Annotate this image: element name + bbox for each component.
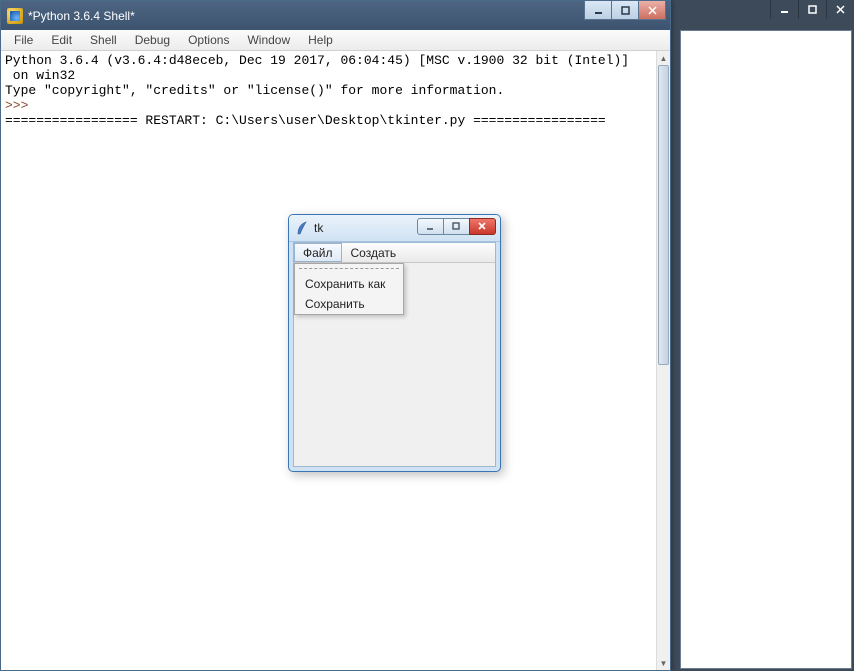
tk-titlebar[interactable]: tk	[289, 215, 500, 242]
background-window-controls	[770, 0, 854, 20]
scroll-up-icon[interactable]: ▲	[657, 51, 670, 65]
shell-maximize-button[interactable]	[611, 1, 639, 20]
tk-maximize-button[interactable]	[443, 218, 470, 235]
menu-options[interactable]: Options	[179, 31, 238, 49]
shell-line-3: Type "copyright", "credits" or "license(…	[5, 83, 504, 98]
tk-window: tk Файл Создать	[288, 214, 501, 472]
scroll-thumb[interactable]	[658, 65, 669, 365]
menu-file[interactable]: File	[5, 31, 42, 49]
shell-minimize-button[interactable]	[584, 1, 612, 20]
menu-shell[interactable]: Shell	[81, 31, 126, 49]
shell-prompt: >>>	[5, 98, 36, 113]
bg-minimize-button[interactable]	[770, 0, 798, 19]
python-icon	[7, 8, 23, 24]
bg-maximize-button[interactable]	[798, 0, 826, 19]
shell-close-button[interactable]	[638, 1, 666, 20]
tk-client-area: Файл Создать Сохранить как Сохранить	[293, 242, 496, 467]
scroll-down-icon[interactable]: ▼	[657, 656, 670, 670]
tk-title: tk	[314, 221, 323, 235]
shell-titlebar[interactable]: *Python 3.6.4 Shell*	[1, 1, 670, 30]
tk-file-dropdown: Сохранить как Сохранить	[294, 263, 404, 315]
tk-item-save[interactable]: Сохранить	[295, 294, 403, 314]
shell-output[interactable]: Python 3.6.4 (v3.6.4:d48eceb, Dec 19 201…	[5, 53, 656, 128]
background-panel	[680, 30, 852, 669]
shell-line-1: Python 3.6.4 (v3.6.4:d48eceb, Dec 19 201…	[5, 53, 629, 68]
shell-restart-line: ================= RESTART: C:\Users\user…	[5, 113, 606, 128]
tk-menubar: Файл Создать	[294, 243, 495, 263]
menu-debug[interactable]: Debug	[126, 31, 179, 49]
shell-line-2: on win32	[5, 68, 75, 83]
tk-menu-create[interactable]: Создать	[342, 243, 406, 262]
shell-menubar: File Edit Shell Debug Options Window Hel…	[1, 30, 670, 51]
shell-scrollbar[interactable]: ▲ ▼	[656, 51, 670, 670]
shell-title: *Python 3.6.4 Shell*	[28, 9, 135, 23]
menu-edit[interactable]: Edit	[42, 31, 81, 49]
menu-help[interactable]: Help	[299, 31, 342, 49]
tk-menu-file[interactable]: Файл	[294, 243, 342, 262]
tk-minimize-button[interactable]	[417, 218, 444, 235]
shell-window-controls	[585, 1, 666, 20]
shell-body: Python 3.6.4 (v3.6.4:d48eceb, Dec 19 201…	[1, 51, 670, 670]
tk-window-controls	[418, 218, 496, 235]
menu-window[interactable]: Window	[238, 31, 299, 49]
tk-close-button[interactable]	[469, 218, 496, 235]
python-shell-window: *Python 3.6.4 Shell* File Edit Shell Deb…	[0, 0, 671, 671]
tk-item-save-as[interactable]: Сохранить как	[295, 274, 403, 294]
dropdown-separator	[299, 266, 399, 272]
feather-icon	[295, 221, 309, 235]
bg-close-button[interactable]	[826, 0, 854, 19]
